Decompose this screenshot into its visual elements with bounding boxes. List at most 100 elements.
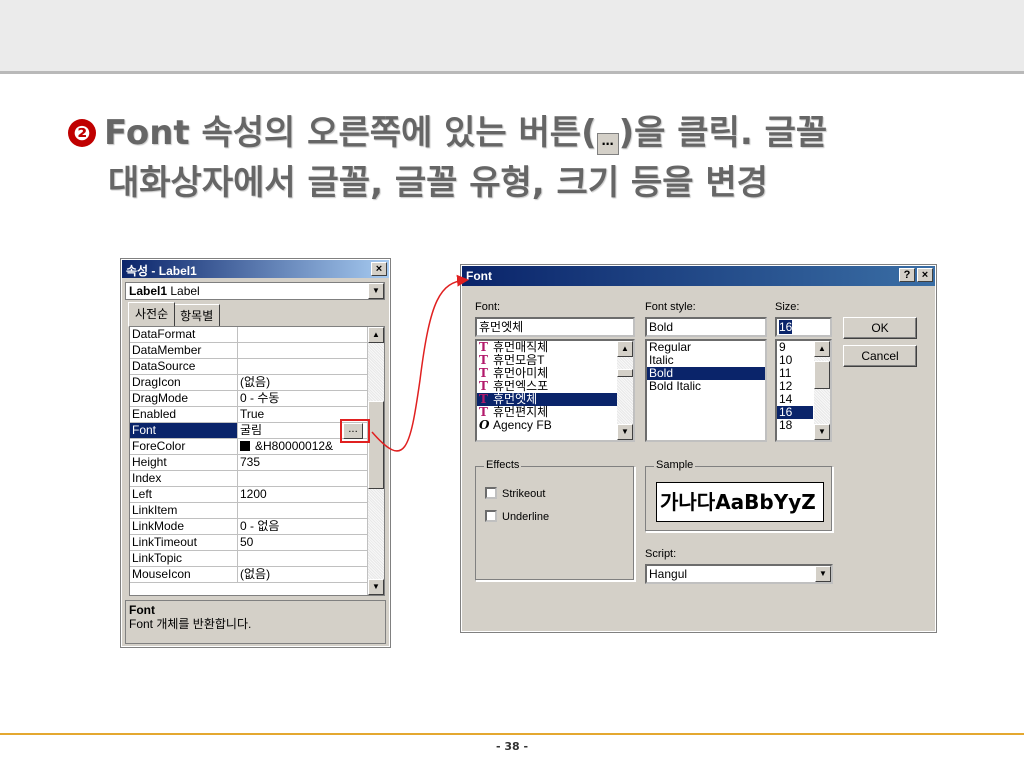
cancel-button[interactable]: Cancel [843, 345, 917, 367]
scroll-down-icon[interactable]: ▼ [368, 579, 384, 595]
property-row[interactable]: DataFormat [130, 327, 384, 343]
strikeout-checkbox[interactable]: Strikeout [485, 487, 545, 501]
chevron-down-icon[interactable]: ▼ [815, 566, 831, 582]
chevron-down-icon[interactable]: ▼ [368, 283, 384, 299]
property-value: (없음) [238, 567, 366, 582]
title-text-2: )을 클릭. 글꼴 [618, 113, 828, 153]
property-name: LinkItem [130, 503, 238, 518]
size-list-scrollbar[interactable]: ▲ ▼ [814, 341, 830, 440]
property-value: (없음) [238, 375, 366, 390]
object-selector[interactable]: Label1 Label ▼ [125, 282, 385, 300]
property-value [238, 359, 366, 374]
property-value [238, 327, 366, 342]
checkbox-icon[interactable] [485, 487, 497, 499]
page-number: - 38 - [495, 740, 529, 753]
object-type: Label [170, 284, 200, 298]
description-panel: Font Font 개체를 반환합니다. [125, 600, 386, 644]
sample-group: Sample 가나다AaBbYyZ [645, 459, 833, 532]
property-name: DragMode [130, 391, 238, 406]
size-list[interactable]: 9 10 11 12 14 16 18 ▲ ▼ [775, 339, 832, 442]
slide-title: ❷ Font 속성의 오른쪽에 있는 버튼(…)을 클릭. 글꼴 대화상자에서 글… [68, 108, 968, 208]
property-row[interactable]: Index [130, 471, 384, 487]
size-label: Size: [775, 301, 800, 313]
property-value: 0 - 수동 [238, 391, 366, 406]
properties-tabs: 사전순 항목별 [128, 302, 221, 327]
ok-button[interactable]: OK [843, 317, 917, 339]
property-row[interactable]: LinkTopic [130, 551, 384, 567]
scroll-up-icon[interactable]: ▲ [368, 327, 384, 343]
font-items: T 휴먼매직체 T 휴먼모음T T 휴먼아미체 T 휴먼엑스포 T 휴먼엣체 T 휴먼편지체 O Agen… [477, 341, 633, 432]
tab-alphabetic[interactable]: 사전순 [128, 302, 176, 327]
font-label: Font: [475, 301, 501, 313]
description-title: Font [129, 603, 155, 617]
title-text-1: Font 속성의 오른쪽에 있는 버튼( [104, 113, 597, 153]
script-select[interactable]: Hangul ▼ [645, 564, 833, 584]
font-name: 휴먼엑스포 [493, 379, 549, 393]
font-name: 휴먼모음T [493, 353, 545, 367]
property-value-text: (없음) [240, 567, 271, 581]
properties-window: 속성 - Label1 × Label1 Label ▼ 사전순 항목별 Data… [120, 258, 391, 648]
font-style-item[interactable]: Bold Italic [647, 380, 765, 393]
size-input[interactable]: 16 [775, 317, 832, 337]
property-value: 735 [238, 455, 366, 470]
scroll-down-icon[interactable]: ▼ [617, 424, 633, 440]
size-item[interactable]: 18 [777, 419, 813, 432]
color-swatch-icon [240, 441, 250, 451]
scroll-down-icon[interactable]: ▼ [814, 424, 830, 440]
property-row[interactable]: MouseIcon (없음) [130, 567, 384, 583]
property-name: DataSource [130, 359, 238, 374]
properties-titlebar[interactable]: 속성 - Label1 × [122, 260, 389, 278]
property-name: DataFormat [130, 327, 238, 342]
property-row[interactable]: DataSource [130, 359, 384, 375]
property-value [238, 551, 366, 566]
close-icon[interactable]: × [917, 268, 933, 282]
property-name: Font [130, 423, 238, 438]
scroll-up-icon[interactable]: ▲ [814, 341, 830, 357]
property-row[interactable]: DragMode 0 - 수동 [130, 391, 384, 407]
font-name: 휴먼엣체 [493, 392, 538, 406]
tab-categorized[interactable]: 항목별 [173, 304, 221, 327]
scroll-thumb[interactable] [368, 401, 384, 489]
property-row[interactable]: Left 1200 [130, 487, 384, 503]
object-name: Label1 [129, 284, 168, 298]
scroll-up-icon[interactable]: ▲ [617, 341, 633, 357]
font-dialog-titlebar[interactable]: Font ? × [462, 266, 935, 286]
property-value-text: 1200 [240, 487, 267, 501]
scroll-thumb[interactable] [814, 361, 830, 389]
script-label: Script: [645, 548, 677, 560]
grid-scrollbar[interactable]: ▲ ▼ [367, 327, 384, 595]
size-input-value: 16 [779, 320, 793, 334]
property-row[interactable]: Height 735 [130, 455, 384, 471]
font-style-input[interactable]: Bold [645, 317, 767, 337]
property-name: ForeColor [130, 439, 238, 454]
effects-label: Effects [484, 459, 522, 471]
close-icon[interactable]: × [371, 262, 387, 276]
property-row[interactable]: LinkMode 0 - 없음 [130, 519, 384, 535]
property-name: Enabled [130, 407, 238, 422]
property-row[interactable]: LinkTimeout 50 [130, 535, 384, 551]
font-dialog-title: Font [466, 269, 492, 283]
checkbox-icon[interactable] [485, 510, 497, 522]
property-name: DragIcon [130, 375, 238, 390]
font-list-item[interactable]: O Agency FB [477, 419, 633, 432]
properties-title: 속성 - Label1 [126, 264, 197, 278]
font-input[interactable]: 휴먼엣체 [475, 317, 635, 337]
font-list[interactable]: T 휴먼매직체 T 휴먼모음T T 휴먼아미체 T 휴먼엑스포 T 휴먼엣체 T 휴먼편지체 O Agen… [475, 339, 635, 442]
property-row[interactable]: DragIcon (없음) [130, 375, 384, 391]
property-name: LinkTimeout [130, 535, 238, 550]
font-style-list[interactable]: Regular Italic Bold Bold Italic [645, 339, 767, 442]
ellipsis-icon: … [596, 133, 619, 155]
scroll-thumb[interactable] [617, 369, 633, 377]
property-row[interactable]: DataMember [130, 343, 384, 359]
property-name: Left [130, 487, 238, 502]
underline-checkbox[interactable]: Underline [485, 510, 549, 524]
opentype-font-icon: O [479, 418, 490, 432]
help-icon[interactable]: ? [899, 268, 915, 282]
font-style-label: Font style: [645, 301, 696, 313]
property-row[interactable]: LinkItem [130, 503, 384, 519]
sample-label: Sample [654, 459, 696, 471]
sample-preview: 가나다AaBbYyZ [656, 482, 824, 522]
property-value-text: 0 - 없음 [240, 519, 280, 533]
font-list-scrollbar[interactable]: ▲ ▼ [617, 341, 633, 440]
property-rows: DataFormat DataMember DataSource DragIcon (없… [130, 327, 384, 583]
